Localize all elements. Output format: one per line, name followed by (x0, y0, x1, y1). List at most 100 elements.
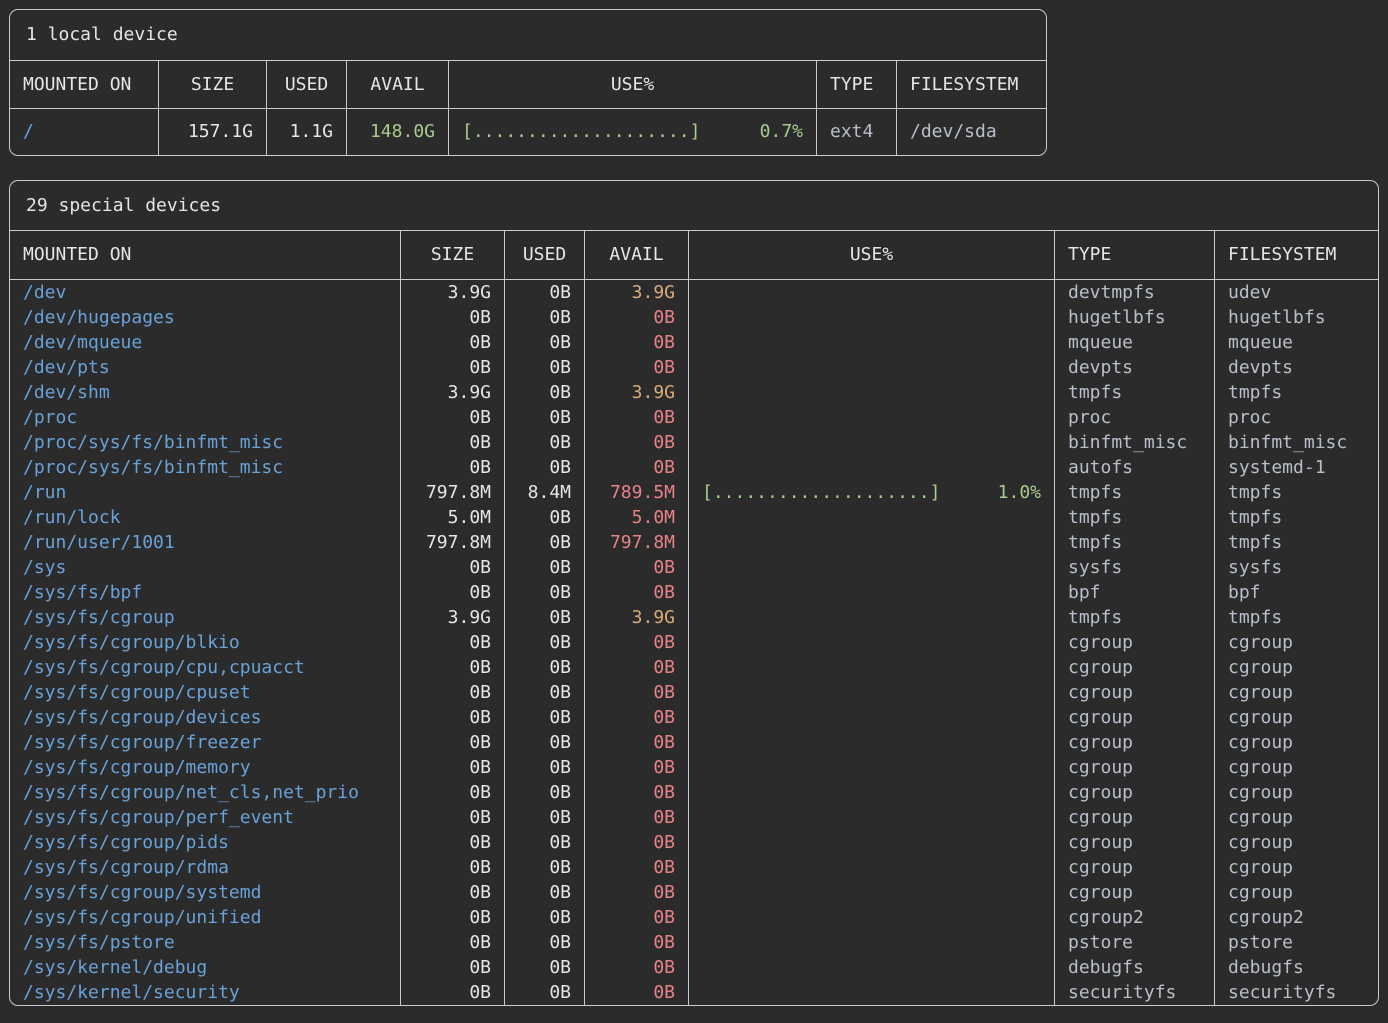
use-percent-cell (688, 455, 1054, 480)
mounted-on-cell: /sys/fs/cgroup/memory (10, 755, 400, 780)
used-cell: 0B (504, 505, 584, 530)
size-cell: 0B (400, 680, 504, 705)
used-cell: 0B (504, 755, 584, 780)
table-row: /sys/fs/cgroup/pids0B0B0Bcgroupcgroup (10, 830, 1378, 855)
special-devices-title: 29 special devices (10, 181, 1378, 232)
size-cell: 157.1G (158, 109, 266, 155)
used-cell: 0B (504, 280, 584, 305)
avail-cell: 0B (584, 955, 688, 980)
avail-cell: 0B (584, 780, 688, 805)
type-cell: cgroup (1054, 730, 1214, 755)
type-cell: cgroup (1054, 755, 1214, 780)
use-percent-cell (688, 680, 1054, 705)
table-row: /proc/sys/fs/binfmt_misc0B0B0Bautofssyst… (10, 455, 1378, 480)
type-cell: ext4 (816, 109, 896, 155)
use-percent-cell: [....................] 0.7% (448, 109, 816, 155)
table-row: /sys/fs/cgroup/cpuset0B0B0Bcgroupcgroup (10, 680, 1378, 705)
filesystem-cell: cgroup (1214, 855, 1378, 880)
use-percent-cell (688, 805, 1054, 830)
mounted-on-cell: /proc (10, 405, 400, 430)
filesystem-cell: securityfs (1214, 980, 1378, 1005)
use-percent-cell (688, 580, 1054, 605)
filesystem-cell: proc (1214, 405, 1378, 430)
size-cell: 0B (400, 805, 504, 830)
header-mounted-on: MOUNTED ON (10, 231, 400, 279)
type-cell: proc (1054, 405, 1214, 430)
use-percent-cell (688, 330, 1054, 355)
table-row: /sys/fs/cgroup/rdma0B0B0Bcgroupcgroup (10, 855, 1378, 880)
avail-cell: 3.9G (584, 605, 688, 630)
avail-cell: 0B (584, 830, 688, 855)
local-devices-header-row: MOUNTED ON SIZE USED AVAIL USE% TYPE FIL… (10, 61, 1046, 110)
used-cell: 0B (504, 730, 584, 755)
used-cell: 0B (504, 355, 584, 380)
used-cell: 1.1G (266, 109, 346, 155)
table-row: /sys/fs/cgroup/systemd0B0B0Bcgroupcgroup (10, 880, 1378, 905)
table-row: /sys/fs/cgroup/cpu,cpuacct0B0B0Bcgroupcg… (10, 655, 1378, 680)
use-percent-cell (688, 380, 1054, 405)
mounted-on-cell: /sys/fs/cgroup/cpu,cpuacct (10, 655, 400, 680)
used-cell: 0B (504, 980, 584, 1005)
mounted-on-cell: /sys/fs/cgroup/freezer (10, 730, 400, 755)
used-cell: 0B (504, 455, 584, 480)
size-cell: 0B (400, 730, 504, 755)
type-cell: tmpfs (1054, 380, 1214, 405)
used-cell: 0B (504, 530, 584, 555)
mounted-on-cell: /sys/kernel/security (10, 980, 400, 1005)
header-type: TYPE (1054, 231, 1214, 279)
use-percent-cell (688, 755, 1054, 780)
used-cell: 0B (504, 405, 584, 430)
table-row: /sys/fs/cgroup/perf_event0B0B0Bcgroupcgr… (10, 805, 1378, 830)
avail-cell: 3.9G (584, 280, 688, 305)
use-percent-cell (688, 830, 1054, 855)
header-size: SIZE (400, 231, 504, 279)
header-use-percent: USE% (448, 61, 816, 109)
filesystem-cell: tmpfs (1214, 505, 1378, 530)
avail-cell: 0B (584, 430, 688, 455)
used-cell: 0B (504, 805, 584, 830)
size-cell: 3.9G (400, 380, 504, 405)
table-row: /run797.8M8.4M789.5M[...................… (10, 480, 1378, 505)
used-cell: 0B (504, 680, 584, 705)
usage-percent: 0.7% (760, 121, 803, 143)
type-cell: sysfs (1054, 555, 1214, 580)
avail-cell: 0B (584, 930, 688, 955)
use-percent-cell (688, 780, 1054, 805)
filesystem-cell: cgroup (1214, 730, 1378, 755)
type-cell: tmpfs (1054, 530, 1214, 555)
size-cell: 0B (400, 555, 504, 580)
type-cell: bpf (1054, 580, 1214, 605)
filesystem-cell: tmpfs (1214, 480, 1378, 505)
use-percent-cell (688, 530, 1054, 555)
use-percent-cell (688, 705, 1054, 730)
type-cell: cgroup (1054, 630, 1214, 655)
filesystem-cell: cgroup (1214, 780, 1378, 805)
used-cell: 0B (504, 705, 584, 730)
filesystem-cell: systemd-1 (1214, 455, 1378, 480)
table-row: /sys/kernel/debug0B0B0Bdebugfsdebugfs (10, 955, 1378, 980)
mounted-on-cell: /sys/fs/cgroup/pids (10, 830, 400, 855)
use-percent-cell (688, 980, 1054, 1005)
type-cell: cgroup (1054, 830, 1214, 855)
type-cell: cgroup2 (1054, 905, 1214, 930)
mounted-on-cell: /sys/fs/cgroup/devices (10, 705, 400, 730)
filesystem-cell: cgroup (1214, 630, 1378, 655)
filesystem-cell: cgroup2 (1214, 905, 1378, 930)
mounted-on-cell: / (10, 109, 158, 155)
mounted-on-cell: /sys/fs/cgroup/unified (10, 905, 400, 930)
size-cell: 0B (400, 355, 504, 380)
used-cell: 0B (504, 305, 584, 330)
filesystem-cell: cgroup (1214, 755, 1378, 780)
avail-cell: 3.9G (584, 380, 688, 405)
usage-bar: [....................] (462, 121, 700, 143)
mounted-on-cell: /run/lock (10, 505, 400, 530)
size-cell: 0B (400, 755, 504, 780)
used-cell: 0B (504, 330, 584, 355)
avail-cell: 797.8M (584, 530, 688, 555)
header-avail: AVAIL (346, 61, 448, 109)
avail-cell: 0B (584, 705, 688, 730)
mounted-on-cell: /sys/kernel/debug (10, 955, 400, 980)
header-filesystem: FILESYSTEM (1214, 231, 1378, 279)
filesystem-cell: /dev/sda (896, 109, 1046, 155)
table-row: /sys0B0B0Bsysfssysfs (10, 555, 1378, 580)
